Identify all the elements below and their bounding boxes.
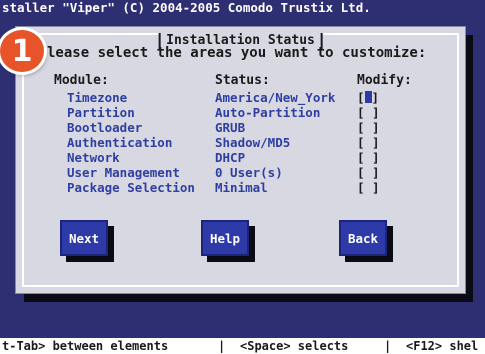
column-header-modify: Modify: xyxy=(357,73,412,88)
modify-checkbox-network[interactable]: [ ] xyxy=(357,150,380,165)
dialog-shadow-bottom xyxy=(24,293,473,302)
screen-background-band xyxy=(0,302,485,326)
module-status: America/New_York xyxy=(215,90,336,105)
help-separator: | xyxy=(218,339,226,353)
next-button[interactable]: Next xyxy=(60,220,108,256)
module-status: Auto-Partition xyxy=(215,105,321,120)
module-name: Package Selection xyxy=(67,180,195,195)
modify-checkbox-bootloader[interactable]: [ ] xyxy=(357,120,380,135)
help-separator: | xyxy=(384,339,392,353)
module-name: Bootloader xyxy=(67,120,143,135)
installer-title-bar: staller "Viper" (C) 2004-2005 Comodo Tru… xyxy=(0,0,485,16)
module-row-authentication[interactable]: Authentication Shadow/MD5 [ ] xyxy=(0,135,485,150)
help-button[interactable]: Help xyxy=(201,220,249,256)
help-tab-hint: t-Tab> between elements xyxy=(2,339,169,353)
help-space-hint: <Space> selects xyxy=(240,339,349,353)
module-name: Authentication xyxy=(67,135,173,150)
modify-checkbox-timezone[interactable]: [] xyxy=(357,90,379,105)
module-name: Partition xyxy=(67,105,135,120)
modify-checkbox-user-management[interactable]: [ ] xyxy=(357,165,380,180)
installer-title: staller "Viper" (C) 2004-2005 Comodo Tru… xyxy=(2,0,371,15)
column-header-status: Status: xyxy=(215,73,270,88)
module-name: Timezone xyxy=(67,90,128,105)
module-status: Shadow/MD5 xyxy=(215,135,291,150)
module-row-network[interactable]: Network DHCP [ ] xyxy=(0,150,485,165)
module-status: GRUB xyxy=(215,120,246,135)
modify-checkbox-authentication[interactable]: [ ] xyxy=(357,135,380,150)
module-status: Minimal xyxy=(215,180,268,195)
module-name: Network xyxy=(67,150,120,165)
module-row-timezone[interactable]: Timezone America/New_York [] xyxy=(0,90,485,105)
module-name: User Management xyxy=(67,165,180,180)
module-row-bootloader[interactable]: Bootloader GRUB [ ] xyxy=(0,120,485,135)
help-f12-hint: <F12> shel xyxy=(406,339,479,353)
cursor-block xyxy=(364,91,372,103)
back-button[interactable]: Back xyxy=(339,220,387,256)
module-row-user-management[interactable]: User Management 0 User(s) [ ] xyxy=(0,165,485,180)
modify-checkbox-package-selection[interactable]: [ ] xyxy=(357,180,380,195)
step-number-badge: 1 xyxy=(0,30,44,72)
module-status: DHCP xyxy=(215,150,246,165)
modify-checkbox-partition[interactable]: [ ] xyxy=(357,105,380,120)
column-header-module: Module: xyxy=(54,73,109,88)
module-row-package-selection[interactable]: Package Selection Minimal [ ] xyxy=(0,180,485,195)
module-status: 0 User(s) xyxy=(215,165,283,180)
step-number: 1 xyxy=(11,33,33,69)
help-line: t-Tab> between elements | <Space> select… xyxy=(0,338,485,354)
customize-prompt: lease select the areas you want to custo… xyxy=(47,45,427,61)
module-row-partition[interactable]: Partition Auto-Partition [ ] xyxy=(0,105,485,120)
